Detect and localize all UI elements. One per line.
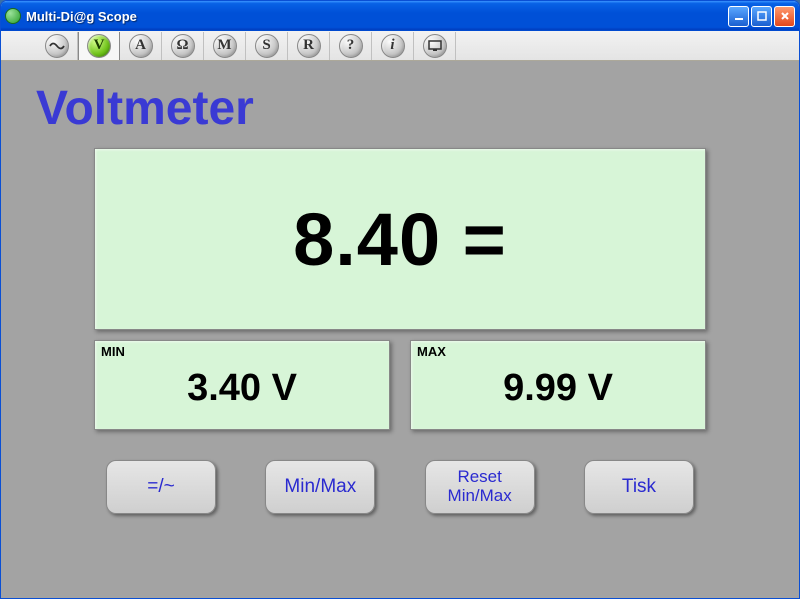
window-controls [728,6,795,27]
minimize-button[interactable] [728,6,749,27]
minmax-row: MIN 3.40 V MAX 9.99 V [94,340,706,430]
max-label: MAX [417,344,446,359]
wave-icon [45,34,69,58]
app-icon [5,8,21,24]
main-display: 8.40 = [94,148,706,330]
tool-screen[interactable] [414,32,456,60]
close-button[interactable] [774,6,795,27]
tool-wave[interactable] [36,32,78,60]
tool-ohmmeter[interactable]: Ω [162,32,204,60]
tool-ammeter[interactable]: A [120,32,162,60]
minmax-button[interactable]: Min/Max [265,460,375,514]
print-button[interactable]: Tisk [584,460,694,514]
mode-button[interactable]: =/~ [106,460,216,514]
help-icon: ? [339,34,363,58]
min-box: MIN 3.40 V [94,340,390,430]
min-label: MIN [101,344,125,359]
window-title: Multi-Di@g Scope [26,9,728,24]
r-icon: R [297,34,321,58]
tool-s[interactable]: S [246,32,288,60]
minimize-icon [734,11,744,21]
voltmeter-icon: V [87,34,111,58]
screen-icon [423,34,447,58]
reset-minmax-button[interactable]: Reset Min/Max [425,460,535,514]
app-window: Multi-Di@g Scope V A Ω [0,0,800,599]
ohmmeter-icon: Ω [171,34,195,58]
main-value: 8.40 = [293,197,507,282]
page-title: Voltmeter [36,81,764,136]
info-icon: i [381,34,405,58]
max-box: MAX 9.99 V [410,340,706,430]
button-row: =/~ Min/Max Reset Min/Max Tisk [106,460,694,514]
m-icon: M [213,34,237,58]
max-value: 9.99 V [503,367,613,410]
ammeter-icon: A [129,34,153,58]
titlebar[interactable]: Multi-Di@g Scope [1,1,799,31]
toolbar: V A Ω M S R ? i [1,31,799,61]
maximize-icon [757,11,767,21]
tool-r[interactable]: R [288,32,330,60]
close-icon [780,11,790,21]
maximize-button[interactable] [751,6,772,27]
tool-voltmeter[interactable]: V [78,32,120,60]
tool-info[interactable]: i [372,32,414,60]
tool-m[interactable]: M [204,32,246,60]
tool-help[interactable]: ? [330,32,372,60]
content-area: Voltmeter 8.40 = MIN 3.40 V MAX 9.99 V =… [1,61,799,598]
min-value: 3.40 V [187,367,297,410]
s-icon: S [255,34,279,58]
